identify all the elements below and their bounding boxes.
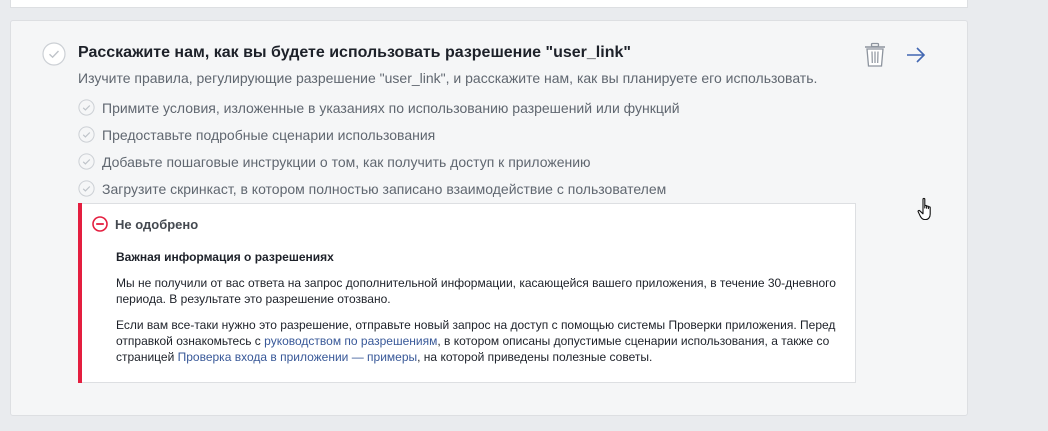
requirement-item: Загрузите скринкаст, в котором полностью… xyxy=(78,175,680,202)
notice-body: Важная информация о разрешениях Мы не по… xyxy=(116,249,838,375)
check-circle-icon xyxy=(78,126,95,143)
not-approved-notice: Не одобрено Важная информация о разрешен… xyxy=(78,203,856,383)
login-review-examples-link[interactable]: Проверка входа в приложении — примеры xyxy=(178,350,418,364)
notice-status: Не одобрено xyxy=(92,216,198,232)
notice-paragraph: Мы не получили от вас ответа на запрос д… xyxy=(116,276,836,306)
requirement-item: Добавьте пошаговые инструкции о том, как… xyxy=(78,148,680,175)
requirement-text: Предоставьте подробные сценарии использо… xyxy=(102,126,436,143)
notice-accent-bar xyxy=(78,203,82,383)
requirement-text: Загрузите скринкаст, в котором полностью… xyxy=(102,180,667,197)
previous-card-bottom xyxy=(10,0,968,8)
check-circle-icon xyxy=(42,42,66,66)
permission-step-subtitle: Изучите правила, регулирующие разрешение… xyxy=(78,70,818,86)
arrow-right-icon[interactable] xyxy=(905,45,927,65)
trash-icon[interactable] xyxy=(863,42,887,68)
requirements-list: Примите условия, изложенные в указаниях … xyxy=(78,94,680,202)
requirement-item: Примите условия, изложенные в указаниях … xyxy=(78,94,680,121)
notice-text: , на которой приведены полезные советы. xyxy=(417,350,653,364)
permissions-guide-link[interactable]: руководством по разрешениям xyxy=(264,334,437,348)
minus-circle-icon xyxy=(92,216,108,232)
requirement-text: Примите условия, изложенные в указаниях … xyxy=(102,99,680,116)
notice-paragraph: Если вам все-таки нужно это разрешение, … xyxy=(116,317,838,365)
check-circle-icon xyxy=(78,99,95,116)
notice-status-label: Не одобрено xyxy=(115,216,199,232)
hand-cursor-icon xyxy=(917,197,931,221)
notice-heading: Важная информация о разрешениях xyxy=(116,250,334,264)
check-circle-icon xyxy=(78,153,95,170)
permission-step-title: Расскажите нам, как вы будете использова… xyxy=(78,44,631,61)
requirement-text: Добавьте пошаговые инструкции о том, как… xyxy=(102,153,591,170)
requirement-item: Предоставьте подробные сценарии использо… xyxy=(78,121,680,148)
check-circle-icon xyxy=(78,180,95,197)
